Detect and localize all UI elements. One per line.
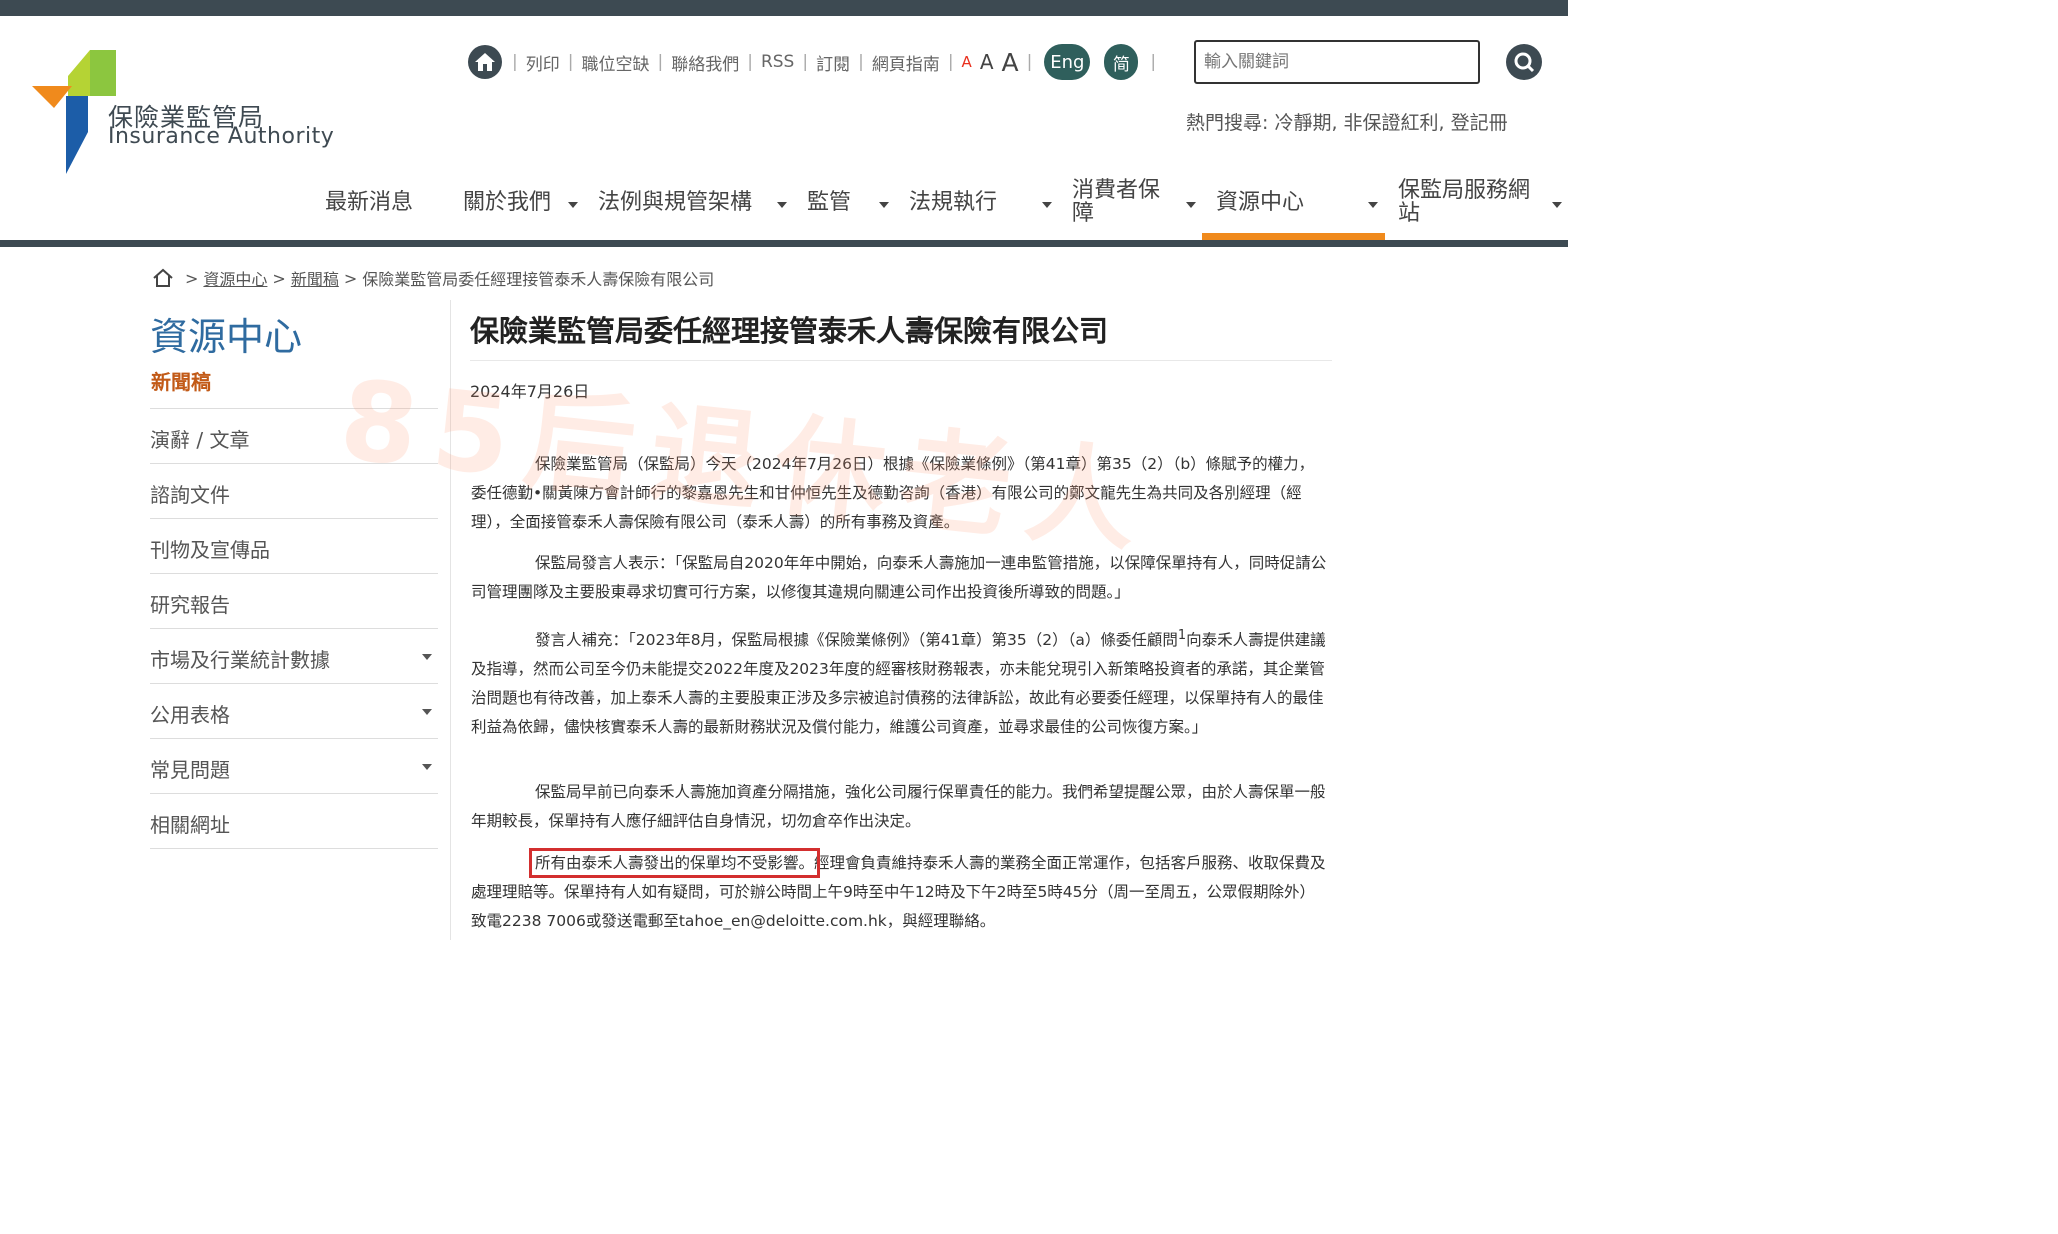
nav-divider bbox=[0, 240, 1568, 247]
sidebar-item-consultations[interactable]: 諮詢文件 bbox=[150, 463, 438, 518]
nav-resource-centre[interactable]: 資源中心 bbox=[1216, 176, 1304, 228]
article-date: 2024年7月26日 bbox=[470, 382, 590, 401]
home-icon[interactable] bbox=[152, 268, 174, 288]
sidebar-item-forms[interactable]: 公用表格 bbox=[150, 683, 438, 738]
footnote-ref[interactable]: 1 bbox=[1178, 628, 1186, 643]
main-nav: 最新消息 關於我們 法例與規管架構 監管 法規執行 消費者保障 資源中心 保監局… bbox=[0, 176, 1568, 240]
chevron-down-icon[interactable] bbox=[1368, 202, 1378, 208]
nav-supervision[interactable]: 監管 bbox=[807, 176, 851, 228]
breadcrumb: > 資源中心 > 新聞稿 > 保險業監管局委任經理接管泰禾人壽保險有限公司 bbox=[152, 266, 714, 290]
nav-enforcement[interactable]: 法規執行 bbox=[909, 176, 997, 228]
nav-latest-news[interactable]: 最新消息 bbox=[325, 176, 413, 228]
sidebar-title: 資源中心 bbox=[150, 315, 303, 359]
sidebar-item-faq[interactable]: 常見問題 bbox=[150, 738, 438, 793]
chevron-down-icon[interactable] bbox=[422, 764, 432, 770]
highlighted-statement: 所有由泰禾人壽發出的保單均不受影響。 bbox=[528, 848, 821, 878]
contact-link[interactable]: 聯絡我們 bbox=[667, 50, 743, 75]
site-guide-link[interactable]: 網頁指南 bbox=[868, 50, 944, 75]
font-size-medium-button[interactable]: A bbox=[976, 50, 998, 74]
breadcrumb-current: 保險業監管局委任經理接管泰禾人壽保險有限公司 bbox=[362, 270, 715, 289]
article-title: 保險業監管局委任經理接管泰禾人壽保險有限公司 bbox=[470, 314, 1109, 348]
font-size-large-button[interactable]: A bbox=[998, 48, 1023, 77]
sidebar-item-publications[interactable]: 刊物及宣傳品 bbox=[150, 518, 438, 573]
chevron-down-icon[interactable] bbox=[1552, 202, 1562, 208]
font-size-small-button[interactable]: A bbox=[958, 53, 976, 71]
article-paragraph-1: 保險業監管局（保監局）今天（2024年7月26日）根據《保險業條例》（第41章）… bbox=[471, 455, 1315, 531]
chevron-down-icon[interactable] bbox=[879, 202, 889, 208]
article-paragraph-5: 所有由泰禾人壽發出的保單均不受影響。經理會負責維持泰禾人壽的業務全面正常運作，包… bbox=[471, 848, 1326, 930]
top-bar bbox=[0, 0, 1568, 16]
chevron-down-icon[interactable] bbox=[777, 202, 787, 208]
nav-legislation[interactable]: 法例與規管架構 bbox=[598, 176, 752, 228]
article-paragraph-4: 保監局早前已向泰禾人壽施加資產分隔措施，強化公司履行保單責任的能力。我們希望提醒… bbox=[471, 783, 1326, 830]
chevron-down-icon[interactable] bbox=[422, 654, 432, 660]
hot-search[interactable]: 熱門搜尋: 冷靜期, 非保證紅利, 登記冊 bbox=[1186, 108, 1508, 135]
sidebar-item-research[interactable]: 研究報告 bbox=[150, 573, 438, 628]
article-paragraph-3: 發言人補充：「2023年8月，保監局根據《保險業條例》（第41章）第35（2）（… bbox=[471, 628, 1326, 737]
chevron-down-icon[interactable] bbox=[1042, 202, 1052, 208]
nav-ia-service-sites[interactable]: 保監局服務網站 bbox=[1398, 176, 1542, 228]
careers-link[interactable]: 職位空缺 bbox=[577, 50, 653, 75]
sidebar-item-speeches[interactable]: 演辭 / 文章 bbox=[150, 408, 438, 463]
subscribe-link[interactable]: 訂閱 bbox=[812, 50, 854, 75]
sidebar-item-links[interactable]: 相關網址 bbox=[150, 793, 438, 848]
lang-simplified-button[interactable]: 简 bbox=[1104, 44, 1139, 80]
chevron-down-icon[interactable] bbox=[422, 709, 432, 715]
logo-text-en: Insurance Authority bbox=[108, 124, 335, 149]
nav-consumer-protection[interactable]: 消費者保障 bbox=[1072, 176, 1168, 228]
utility-bar: | 列印 | 職位空缺 | 聯絡我們 | RSS | 訂閱 | 網頁指南 | A… bbox=[468, 44, 1160, 80]
sidebar-menu: 演辭 / 文章 諮詢文件 刊物及宣傳品 研究報告 市場及行業統計數據 公用表格 … bbox=[150, 408, 438, 849]
home-icon[interactable] bbox=[468, 45, 502, 79]
breadcrumb-press-releases[interactable]: 新聞稿 bbox=[291, 266, 339, 290]
print-link[interactable]: 列印 bbox=[522, 50, 564, 75]
title-divider bbox=[470, 360, 1332, 361]
chevron-down-icon[interactable] bbox=[1186, 202, 1196, 208]
search-input[interactable] bbox=[1194, 40, 1480, 84]
chevron-down-icon[interactable] bbox=[568, 202, 578, 208]
lang-english-button[interactable]: Eng bbox=[1044, 44, 1091, 80]
search-icon[interactable] bbox=[1506, 44, 1542, 80]
sidebar-item-press-releases[interactable]: 新聞稿 bbox=[151, 366, 211, 395]
article-paragraph-2: 保監局發言人表示：「保監局自2020年年中開始，向泰禾人壽施加一連串監管措施，以… bbox=[471, 554, 1327, 601]
sidebar-item-statistics[interactable]: 市場及行業統計數據 bbox=[150, 628, 438, 683]
rss-link[interactable]: RSS bbox=[757, 52, 798, 72]
breadcrumb-resource-centre[interactable]: 資源中心 bbox=[203, 266, 267, 290]
nav-about-us[interactable]: 關於我們 bbox=[463, 176, 551, 228]
sidebar-divider bbox=[450, 300, 451, 940]
